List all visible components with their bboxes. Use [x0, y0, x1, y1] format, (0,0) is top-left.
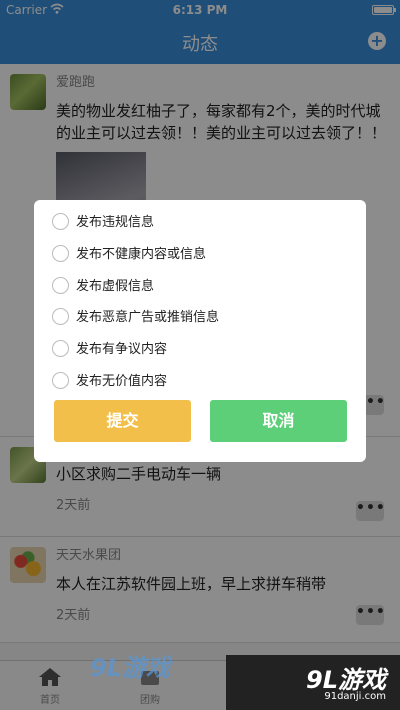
radio-button[interactable]: [52, 371, 69, 389]
submit-button[interactable]: 提交: [54, 400, 191, 442]
report-option[interactable]: 发布无价值内容: [52, 371, 168, 392]
option-label: 发布无价值内容: [76, 374, 168, 389]
report-option[interactable]: 发布恶意广告或推销信息: [52, 307, 220, 328]
watermark-brand: 9L游戏: [90, 654, 170, 682]
report-dialog: 发布违规信息 发布不健康内容或信息 发布虚假信息 发布恶意广告或推销信息 发布有…: [34, 200, 366, 462]
watermark-logo: 9L游戏 91danji.com: [306, 660, 386, 702]
radio-button[interactable]: [52, 244, 69, 262]
radio-button[interactable]: [52, 307, 69, 325]
option-label: 发布违规信息: [76, 215, 155, 230]
option-label: 发布有争议内容: [76, 342, 168, 357]
cancel-button[interactable]: 取消: [210, 400, 347, 442]
radio-button[interactable]: [52, 339, 69, 357]
report-option[interactable]: 发布有争议内容: [52, 339, 168, 360]
option-label: 发布虚假信息: [76, 279, 155, 294]
radio-button[interactable]: [52, 212, 69, 230]
report-option[interactable]: 发布违规信息: [52, 212, 155, 233]
option-label: 发布不健康内容或信息: [76, 247, 207, 262]
watermark-logo: 9L游戏: [90, 648, 170, 683]
watermark-brand: 9L游戏: [306, 666, 386, 694]
option-label: 发布恶意广告或推销信息: [76, 310, 220, 325]
report-option[interactable]: 发布虚假信息: [52, 276, 155, 297]
report-option[interactable]: 发布不健康内容或信息: [52, 244, 207, 265]
radio-button[interactable]: [52, 276, 69, 294]
